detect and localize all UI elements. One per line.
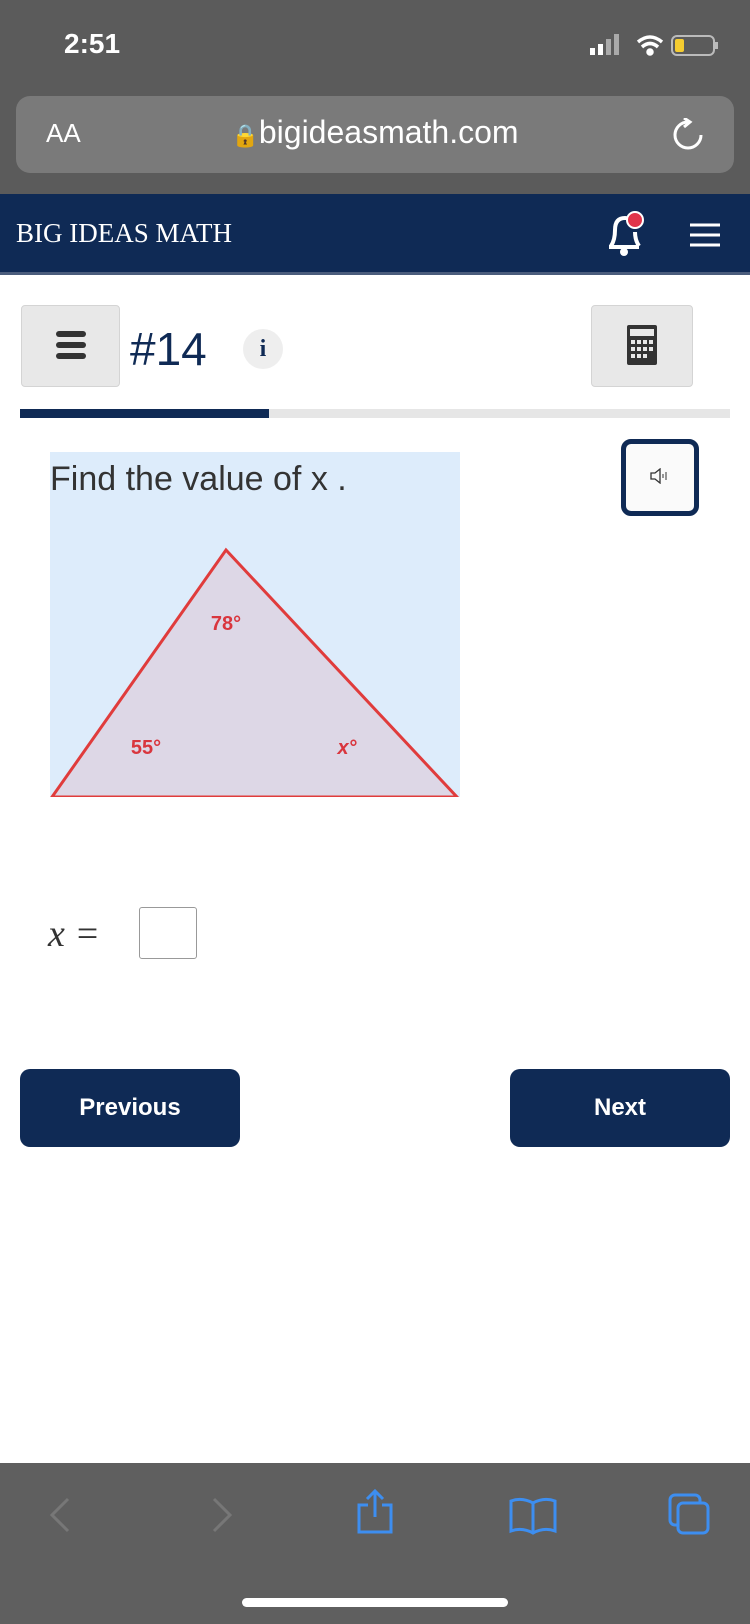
lock-icon: 🔒 bbox=[231, 123, 259, 148]
info-button[interactable]: i bbox=[243, 329, 283, 369]
battery-icon bbox=[671, 35, 718, 56]
list-menu-icon bbox=[55, 330, 86, 359]
status-and-browser-bar: 2:51 AA 🔒bigideasmath.com bbox=[0, 0, 750, 194]
calculator-icon bbox=[627, 324, 657, 365]
forward-icon[interactable] bbox=[206, 1495, 236, 1535]
status-icons bbox=[590, 34, 718, 56]
angle-label-left: 55° bbox=[131, 737, 161, 759]
address-bar[interactable]: AA 🔒bigideasmath.com bbox=[16, 96, 734, 173]
signal-icon bbox=[590, 34, 619, 55]
hamburger-menu-icon[interactable] bbox=[690, 222, 720, 248]
answer-input[interactable] bbox=[139, 907, 197, 959]
answer-label: x = bbox=[48, 913, 101, 955]
angle-label-top: 78° bbox=[211, 613, 241, 635]
previous-button[interactable]: Previous bbox=[20, 1069, 240, 1147]
progress-bar bbox=[20, 409, 730, 418]
app-header: BIG IDEAS MATH bbox=[0, 194, 750, 275]
calculator-button[interactable] bbox=[591, 305, 693, 387]
status-time: 2:51 bbox=[64, 28, 121, 59]
triangle-figure: 78° 55° x° bbox=[50, 547, 460, 797]
speaker-icon bbox=[650, 467, 667, 485]
browser-toolbar bbox=[0, 1463, 750, 1624]
home-indicator bbox=[242, 1598, 508, 1607]
brand-logo[interactable]: BIG IDEAS MATH bbox=[16, 218, 232, 249]
question-number: #14 bbox=[130, 323, 207, 375]
wifi-icon bbox=[636, 35, 664, 56]
share-icon[interactable] bbox=[355, 1489, 395, 1535]
back-icon[interactable] bbox=[46, 1495, 76, 1535]
question-list-button[interactable] bbox=[21, 305, 120, 387]
question-panel: Find the value of x . 78° 55° x° bbox=[50, 452, 460, 797]
angle-label-right: x° bbox=[336, 737, 357, 759]
notification-bell-icon[interactable] bbox=[603, 208, 647, 258]
url-label: bigideasmath.com bbox=[258, 114, 519, 150]
tabs-icon[interactable] bbox=[668, 1493, 712, 1537]
triangle bbox=[50, 547, 460, 797]
progress-fill bbox=[20, 409, 269, 418]
url-text[interactable]: 🔒bigideasmath.com bbox=[16, 114, 734, 151]
next-button[interactable]: Next bbox=[510, 1069, 730, 1147]
bookmarks-icon[interactable] bbox=[508, 1497, 558, 1535]
read-aloud-button[interactable] bbox=[621, 439, 699, 516]
reload-icon[interactable] bbox=[671, 118, 705, 152]
